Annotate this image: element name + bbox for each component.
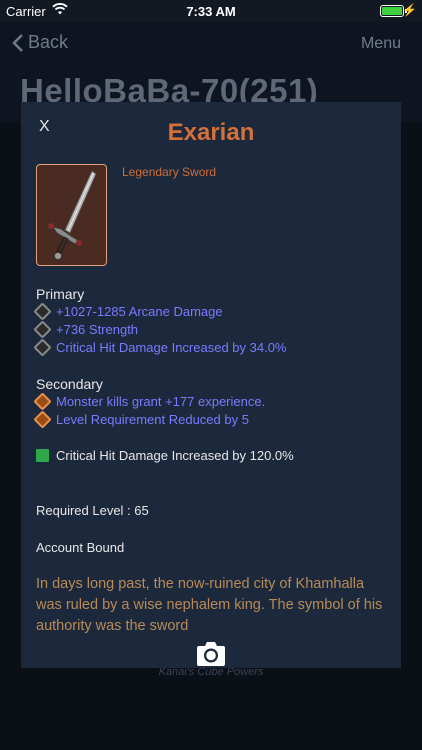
charging-icon: ⚡	[402, 3, 417, 17]
secondary-stat: Monster kills grant +177 experience.	[33, 392, 265, 411]
camera-icon	[197, 642, 225, 666]
item-detail-modal: X Exarian Legendary Sword Primary +1027-…	[21, 102, 401, 668]
clock: 7:33 AM	[186, 4, 236, 19]
item-image	[36, 164, 107, 266]
flavor-text: In days long past, the now-ruined city o…	[36, 576, 383, 634]
grey-gem-icon	[33, 338, 52, 357]
primary-stat: Critical Hit Damage Increased by 34.0%	[33, 338, 287, 357]
menu-button[interactable]: Menu	[361, 35, 401, 53]
back-button[interactable]: Back	[12, 32, 68, 53]
item-type: Legendary Sword	[122, 165, 217, 179]
socket-stat: Critical Hit Damage Increased by 120.0%	[36, 448, 294, 463]
back-label: Back	[28, 32, 69, 52]
primary-stat: +1027-1285 Arcane Damage	[33, 302, 223, 321]
primary-stat: +736 Strength	[33, 320, 138, 339]
orange-gem-icon	[33, 410, 52, 429]
grey-gem-icon	[33, 320, 52, 339]
grey-gem-icon	[33, 302, 52, 321]
account-bound: Account Bound	[36, 540, 125, 555]
status-bar: Carrier 7:33 AM ⚡	[0, 0, 422, 22]
secondary-label: Secondary	[36, 376, 103, 392]
camera-button[interactable]	[195, 640, 227, 668]
orange-gem-icon	[33, 392, 52, 411]
secondary-stat: Level Requirement Reduced by 5	[33, 410, 249, 429]
sword-icon	[47, 170, 97, 260]
required-level: Required Level : 65	[36, 503, 149, 518]
chevron-left-icon	[12, 33, 23, 52]
emerald-gem-icon	[36, 449, 49, 462]
primary-label: Primary	[36, 286, 85, 302]
item-name: Exarian	[167, 119, 255, 146]
battery-icon	[380, 5, 404, 17]
